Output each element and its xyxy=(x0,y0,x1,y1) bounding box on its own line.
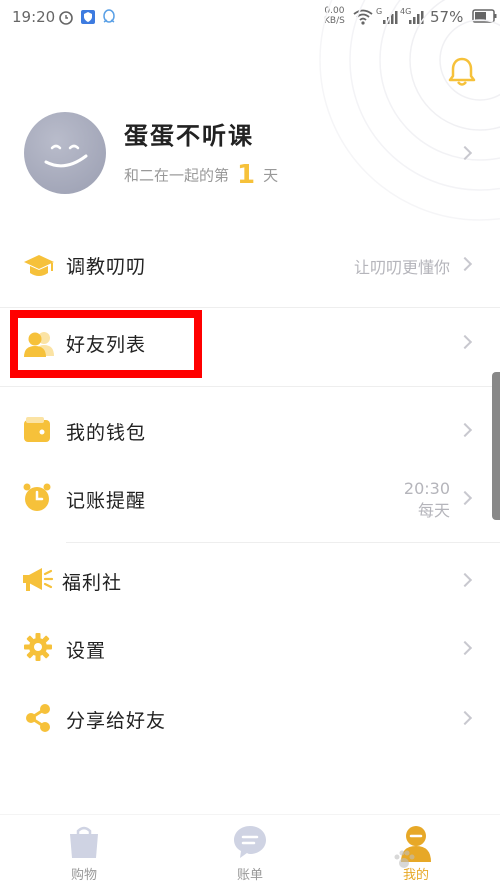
menu-label-reminder: 记账提醒 xyxy=(66,490,147,512)
avatar-face-icon xyxy=(44,144,88,168)
menu-item-train[interactable]: 调教叨叨 让叨叨更懂你 xyxy=(0,236,500,296)
megaphone-icon xyxy=(23,568,54,591)
alarm-clock-icon xyxy=(23,483,51,511)
qq-icon xyxy=(103,9,115,23)
chevron-right-icon xyxy=(457,710,473,726)
reminder-frequency: 每天 xyxy=(417,501,450,520)
background-arcs xyxy=(319,0,500,221)
divider xyxy=(0,307,500,308)
menu-label-settings: 设置 xyxy=(66,640,107,662)
alarm-icon xyxy=(59,11,73,25)
tabbar-divider xyxy=(0,814,500,815)
menu-label-train: 调教叨叨 xyxy=(66,256,147,278)
chat-bubble-icon xyxy=(234,826,266,858)
menu-item-settings[interactable]: 设置 xyxy=(0,618,500,678)
scroll-handle[interactable] xyxy=(492,372,500,520)
divider xyxy=(66,542,500,543)
chevron-right-icon xyxy=(457,572,473,588)
watermark-paw-icon xyxy=(394,850,415,868)
menu-item-share[interactable]: 分享给好友 xyxy=(0,688,500,748)
menu-hint-train: 让叨叨更懂你 xyxy=(353,258,450,277)
tab-mine[interactable]: 我的 xyxy=(376,822,456,883)
days-together: 和二在一起的第 1 天 xyxy=(124,160,278,190)
menu-label-wallet: 我的钱包 xyxy=(66,422,147,444)
avatar[interactable] xyxy=(24,112,106,194)
highlight-box xyxy=(10,310,202,378)
reminder-time: 20:30 xyxy=(403,479,450,498)
tab-label-mine: 我的 xyxy=(402,868,429,883)
notification-bell-icon[interactable] xyxy=(448,56,476,88)
reminder-schedule: 20:30 每天 xyxy=(404,478,450,522)
tab-label-shopping: 购物 xyxy=(70,868,97,883)
divider xyxy=(0,386,500,387)
graduation-cap-icon xyxy=(24,255,54,276)
tab-shopping[interactable]: 购物 xyxy=(44,822,124,883)
status-time: 19:20 xyxy=(12,8,56,26)
chevron-right-icon xyxy=(457,490,473,506)
menu-item-welfare[interactable]: 福利社 xyxy=(0,550,500,610)
days-prefix: 和二在一起的第 xyxy=(124,166,230,185)
chevron-right-icon xyxy=(457,334,473,350)
username: 蛋蛋不听课 xyxy=(124,121,254,150)
shopping-bag-icon xyxy=(70,826,98,858)
days-count: 1 xyxy=(237,160,256,190)
menu-item-reminder[interactable]: 记账提醒 20:30 每天 xyxy=(0,468,500,528)
chevron-right-icon xyxy=(457,256,473,272)
menu-label-welfare: 福利社 xyxy=(62,572,123,594)
chevron-right-icon xyxy=(457,640,473,656)
shield-icon xyxy=(81,10,95,24)
wallet-icon xyxy=(24,417,50,442)
menu-item-wallet[interactable]: 我的钱包 xyxy=(0,400,500,460)
days-suffix: 天 xyxy=(263,166,279,185)
chevron-right-icon xyxy=(457,422,473,438)
share-icon xyxy=(26,704,50,732)
menu-label-share: 分享给好友 xyxy=(66,710,167,732)
tab-label-bills: 账单 xyxy=(236,868,263,883)
gear-icon xyxy=(24,633,52,661)
tab-bills[interactable]: 账单 xyxy=(210,822,290,883)
